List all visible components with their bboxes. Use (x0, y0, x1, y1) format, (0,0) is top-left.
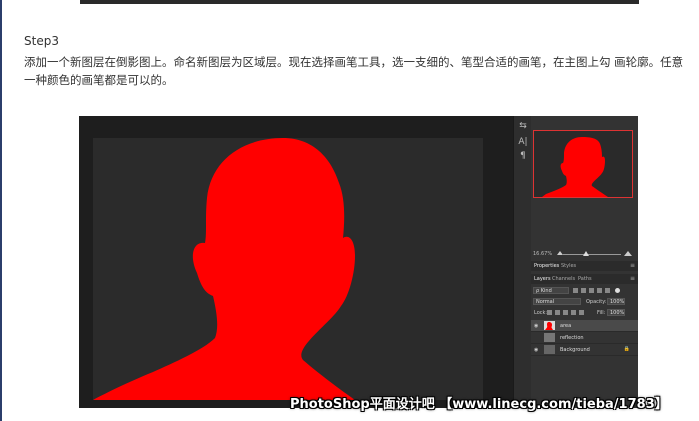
zoom-in-icon[interactable] (624, 251, 632, 256)
right-panel: 16.67% Properties Styles ≡ Layers Channe… (531, 116, 638, 408)
tab-paths[interactable]: Paths (578, 276, 592, 282)
panel-toolstrip: ⇆ A| ¶ (513, 116, 532, 408)
lock-image-icon[interactable] (555, 310, 560, 315)
fill-field[interactable]: 100% (607, 309, 625, 316)
tab-layers[interactable]: Layers (534, 276, 551, 282)
arrange-icon[interactable]: ⇆ (517, 120, 529, 132)
layer-thumbnail (544, 345, 555, 354)
document-canvas (93, 138, 483, 400)
lock-label: Lock: (534, 310, 548, 316)
filter-toggle-icon[interactable] (615, 288, 620, 293)
navigator-thumbnail[interactable] (533, 130, 633, 198)
navigator-silhouette-shape (542, 137, 608, 197)
navigator-zoom-row: 16.67% (531, 248, 638, 260)
filter-adjustment-icon[interactable] (581, 288, 586, 293)
navigator-silhouette (542, 137, 608, 197)
silhouette-mask (93, 138, 355, 400)
layer-row-reflection[interactable]: reflection (531, 332, 638, 344)
lock-position-icon[interactable] (563, 310, 568, 315)
lock-fill-row: Lock: Fill: 100% (531, 308, 638, 318)
tab-styles[interactable]: Styles (561, 263, 576, 269)
layers-tab-bar: Layers Channels Paths ≡ (531, 274, 638, 284)
layer-name: area (560, 323, 572, 329)
lock-transparent-icon[interactable] (547, 310, 552, 315)
visibility-eye-icon[interactable]: ◉ (534, 323, 538, 329)
filter-kind-select[interactable]: ρ Kind (533, 287, 569, 294)
photoshop-screenshot: ⇆ A| ¶ 16.67% Properties Styles ≡ Layers… (79, 116, 638, 408)
lock-all-icon[interactable] (579, 310, 584, 315)
blend-opacity-row: Normal Opacity: 100% (531, 297, 638, 307)
zoom-slider-handle[interactable] (583, 251, 589, 256)
opacity-label: Opacity: (586, 299, 607, 305)
red-silhouette-shape (93, 138, 355, 400)
panel-menu-icon[interactable]: ≡ (630, 262, 635, 269)
properties-tab-bar: Properties Styles ≡ (531, 261, 638, 271)
layer-thumb-silhouette (545, 322, 553, 330)
tab-properties[interactable]: Properties (534, 263, 559, 269)
forum-watermark: PhotoShop平面设计吧 【www.linecg.com/tieba/178… (290, 397, 668, 412)
layer-name: reflection (560, 335, 584, 341)
zoom-slider-track[interactable] (563, 254, 621, 255)
filter-pixel-icon[interactable] (573, 288, 578, 293)
paragraph-icon[interactable]: ¶ (517, 150, 529, 162)
left-border-rule (0, 0, 2, 421)
filter-smart-object-icon[interactable] (605, 288, 610, 293)
layer-name: Background (560, 347, 590, 353)
filter-shape-icon[interactable] (597, 288, 602, 293)
opacity-field[interactable]: 100% (607, 298, 625, 305)
lock-icon: 🔒 (623, 346, 630, 352)
step-description: 添加一个新图层在倒影图上。命名新图层为区域层。现在选择画笔工具，选一支细的、笔型… (24, 55, 684, 87)
layer-filter-row: ρ Kind (531, 286, 638, 296)
character-icon[interactable]: A| (517, 136, 529, 148)
layer-thumbnail (544, 333, 555, 342)
blend-mode-select[interactable]: Normal (533, 298, 581, 305)
step-title: Step3 (24, 34, 59, 48)
layers-menu-icon[interactable]: ≡ (630, 275, 635, 282)
tab-channels[interactable]: Channels (552, 276, 575, 282)
lock-artboard-icon[interactable] (571, 310, 576, 315)
layer-row-area[interactable]: ◉ area (531, 320, 638, 332)
previous-image-bottom-edge (80, 0, 639, 4)
fill-label: Fill: (597, 310, 606, 316)
zoom-percent: 16.67% (533, 251, 553, 257)
layer-row-background[interactable]: ◉ Background 🔒 (531, 344, 638, 356)
filter-type-icon[interactable] (589, 288, 594, 293)
visibility-eye-icon[interactable]: ◉ (534, 347, 538, 353)
layer-thumbnail (544, 321, 555, 330)
